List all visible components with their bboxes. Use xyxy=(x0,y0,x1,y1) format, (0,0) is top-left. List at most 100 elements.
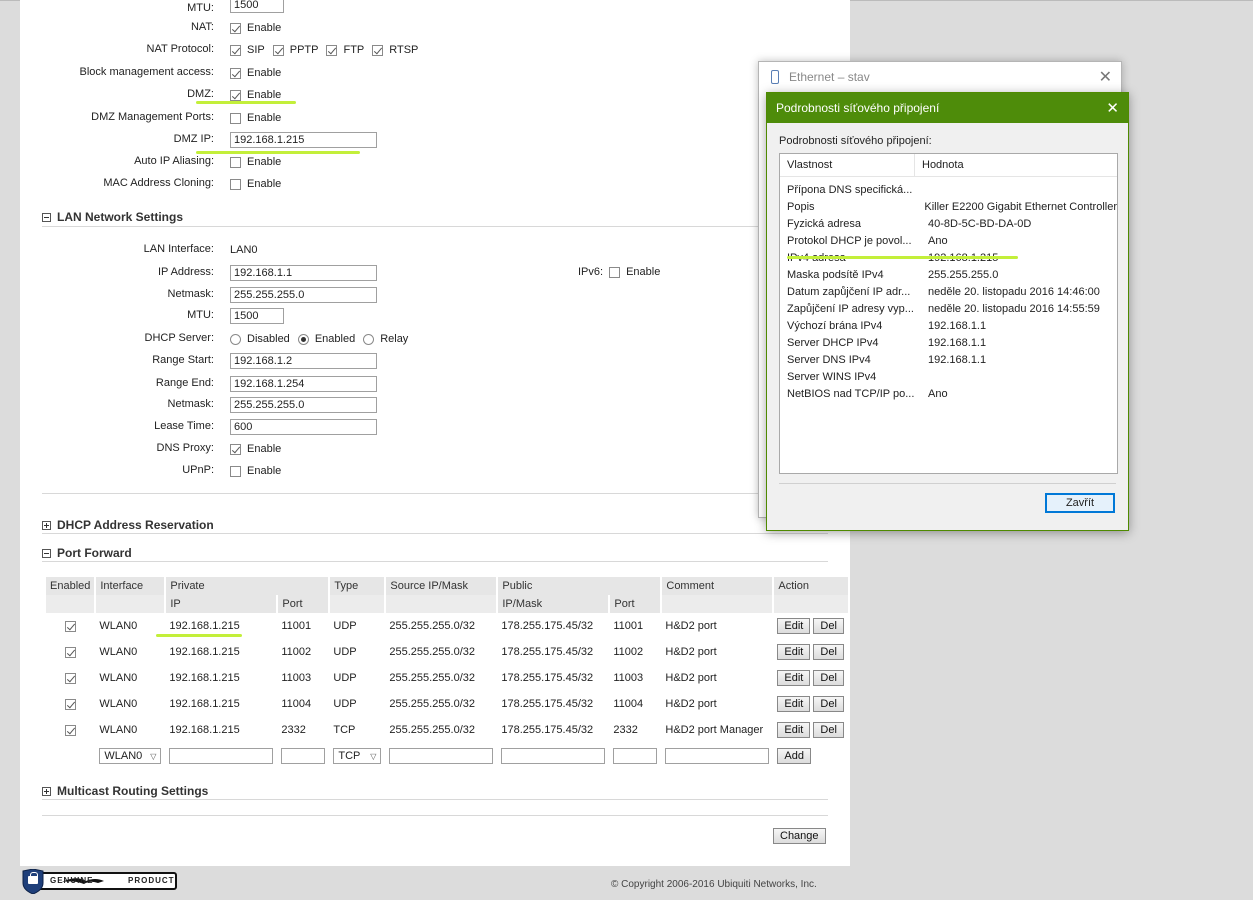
close-icon[interactable]: ✕ xyxy=(1099,67,1112,87)
rule-type: UDP xyxy=(333,672,357,684)
list-item[interactable]: Fyzická adresa 40-8D-5C-BD-DA-0D xyxy=(780,215,1117,232)
delete-button[interactable]: Del xyxy=(813,644,844,660)
ipv6-checkbox[interactable] xyxy=(609,266,621,278)
property-value: 255.255.255.0 xyxy=(928,268,999,281)
close-button[interactable]: Zavřít xyxy=(1045,493,1115,513)
dhcp-relay-radio[interactable] xyxy=(363,333,375,345)
sip-checkbox[interactable] xyxy=(230,44,241,56)
range-start-input[interactable] xyxy=(230,353,377,369)
rule-private-ip: 192.168.1.215 xyxy=(169,724,240,736)
port-forward-table: Enabled Interface Private Type Source IP… xyxy=(44,577,850,769)
dmz-ports-enable-text: Enable xyxy=(247,112,282,124)
dns-proxy-checkbox[interactable] xyxy=(230,443,241,455)
add-button[interactable]: Add xyxy=(777,748,811,764)
list-item[interactable]: Server WINS IPv4 xyxy=(780,368,1117,385)
table-subheader-row: IP Port IP/Mask Port xyxy=(46,595,848,613)
wan-mtu-input[interactable] xyxy=(230,0,284,13)
new-type-select[interactable]: TCP ▽ xyxy=(333,748,382,764)
dmz-ports-checkbox[interactable] xyxy=(230,112,241,124)
new-comment-input[interactable] xyxy=(665,748,770,764)
lan-mtu-input[interactable] xyxy=(230,308,284,324)
row-lan-ip: IP Address: xyxy=(20,264,840,282)
edit-button[interactable]: Edit xyxy=(777,644,811,660)
edit-button[interactable]: Edit xyxy=(777,618,811,634)
list-item[interactable]: Server DNS IPv4 192.168.1.1 xyxy=(780,351,1117,368)
list-item[interactable]: Maska podsítě IPv4 255.255.255.0 xyxy=(780,266,1117,283)
dhcp-reservation-header[interactable]: DHCP Address Reservation xyxy=(42,517,214,533)
list-item[interactable]: Datum zapůjčení IP adr... neděle 20. list… xyxy=(780,283,1117,300)
dhcp-netmask-input[interactable] xyxy=(230,397,377,413)
expand-icon[interactable] xyxy=(42,786,51,796)
new-source-input[interactable] xyxy=(389,748,494,764)
connection-details-dialog[interactable]: Podrobnosti síťového připojení ✕ Podrobn… xyxy=(766,92,1129,531)
dmz-ip-input[interactable] xyxy=(230,132,377,148)
pptp-checkbox[interactable] xyxy=(272,44,284,56)
expand-icon[interactable] xyxy=(42,520,51,530)
new-private-ip-input[interactable] xyxy=(169,748,274,764)
row-dmz-ports: DMZ Management Ports: Enable xyxy=(20,109,840,127)
edit-button[interactable]: Edit xyxy=(777,696,811,712)
rtsp-checkbox[interactable] xyxy=(372,44,384,56)
lan-netmask-input[interactable] xyxy=(230,287,377,303)
bottom-divider xyxy=(42,815,828,816)
ethernet-window-titlebar[interactable]: Ethernet – stav ✕ xyxy=(759,62,1121,92)
property-name: Server DHCP IPv4 xyxy=(787,336,879,349)
rule-enabled-checkbox[interactable] xyxy=(64,672,76,684)
list-item[interactable]: Zapůjčení IP adresy vyp... neděle 20. lis… xyxy=(780,300,1117,317)
change-button[interactable]: Change xyxy=(773,828,826,844)
list-item[interactable]: Protokol DHCP je povol... Ano xyxy=(780,232,1117,249)
ethernet-window-title: Ethernet – stav xyxy=(789,70,870,84)
collapse-icon[interactable] xyxy=(42,548,51,558)
row-block-mgmt: Block management access: Enable xyxy=(20,64,840,82)
details-listbox[interactable]: Vlastnost Hodnota Přípona DNS specifická… xyxy=(779,153,1118,474)
dmz-checkbox[interactable] xyxy=(230,89,241,101)
delete-button[interactable]: Del xyxy=(813,670,844,686)
lan-section-divider xyxy=(42,226,828,227)
delete-button[interactable]: Del xyxy=(813,696,844,712)
col-property[interactable]: Vlastnost xyxy=(780,154,915,176)
col-public-port: Port xyxy=(610,595,661,613)
lan-section-header[interactable]: LAN Network Settings xyxy=(42,209,183,225)
list-item[interactable]: Server DHCP IPv4 192.168.1.1 xyxy=(780,334,1117,351)
details-list-header: Vlastnost Hodnota xyxy=(780,154,1117,177)
rule-enabled-checkbox[interactable] xyxy=(64,698,76,710)
port-forward-header[interactable]: Port Forward xyxy=(42,545,132,561)
new-interface-select[interactable]: WLAN0 ▽ xyxy=(99,748,162,764)
list-item[interactable]: Popis Killer E2200 Gigabit Ethernet Contr… xyxy=(780,198,1117,215)
block-mgmt-checkbox[interactable] xyxy=(230,67,241,79)
lan-end-divider xyxy=(42,493,828,494)
col-value[interactable]: Hodnota xyxy=(915,154,964,176)
mac-clone-checkbox[interactable] xyxy=(230,178,241,190)
range-end-input[interactable] xyxy=(230,376,377,392)
new-public-ip-input[interactable] xyxy=(501,748,606,764)
nat-checkbox[interactable] xyxy=(230,22,241,34)
dhcp-enabled-radio[interactable] xyxy=(297,333,309,345)
multicast-header[interactable]: Multicast Routing Settings xyxy=(42,783,208,799)
list-item[interactable]: Výchozí brána IPv4 192.168.1.1 xyxy=(780,317,1117,334)
edit-button[interactable]: Edit xyxy=(777,722,811,738)
col-comment: Comment xyxy=(662,577,773,595)
details-dialog-titlebar[interactable]: Podrobnosti síťového připojení ✕ xyxy=(767,93,1128,123)
new-public-port-input[interactable] xyxy=(613,748,658,764)
list-item[interactable]: NetBIOS nad TCP/IP po... Ano xyxy=(780,385,1117,402)
upnp-checkbox[interactable] xyxy=(230,465,241,477)
rule-enabled-checkbox[interactable] xyxy=(64,646,76,658)
multicast-title: Multicast Routing Settings xyxy=(57,784,209,798)
delete-button[interactable]: Del xyxy=(813,618,844,634)
dhcp-disabled-radio[interactable] xyxy=(230,333,241,345)
rule-enabled-checkbox[interactable] xyxy=(64,724,76,736)
ftp-checkbox[interactable] xyxy=(326,44,338,56)
list-item[interactable]: Přípona DNS specifická... xyxy=(780,181,1117,198)
auto-ip-checkbox[interactable] xyxy=(230,156,241,168)
close-icon[interactable]: ✕ xyxy=(1106,99,1119,117)
lan-mtu-label: MTU: xyxy=(187,309,214,321)
collapse-icon[interactable] xyxy=(42,212,51,222)
rule-enabled-checkbox[interactable] xyxy=(64,620,76,632)
col-source: Source IP/Mask xyxy=(386,577,497,595)
new-private-port-input[interactable] xyxy=(281,748,326,764)
delete-button[interactable]: Del xyxy=(813,722,844,738)
edit-button[interactable]: Edit xyxy=(777,670,811,686)
badge-text-product: PRODUCT xyxy=(128,876,175,885)
lan-ip-input[interactable] xyxy=(230,265,377,281)
lease-time-input[interactable] xyxy=(230,419,377,435)
